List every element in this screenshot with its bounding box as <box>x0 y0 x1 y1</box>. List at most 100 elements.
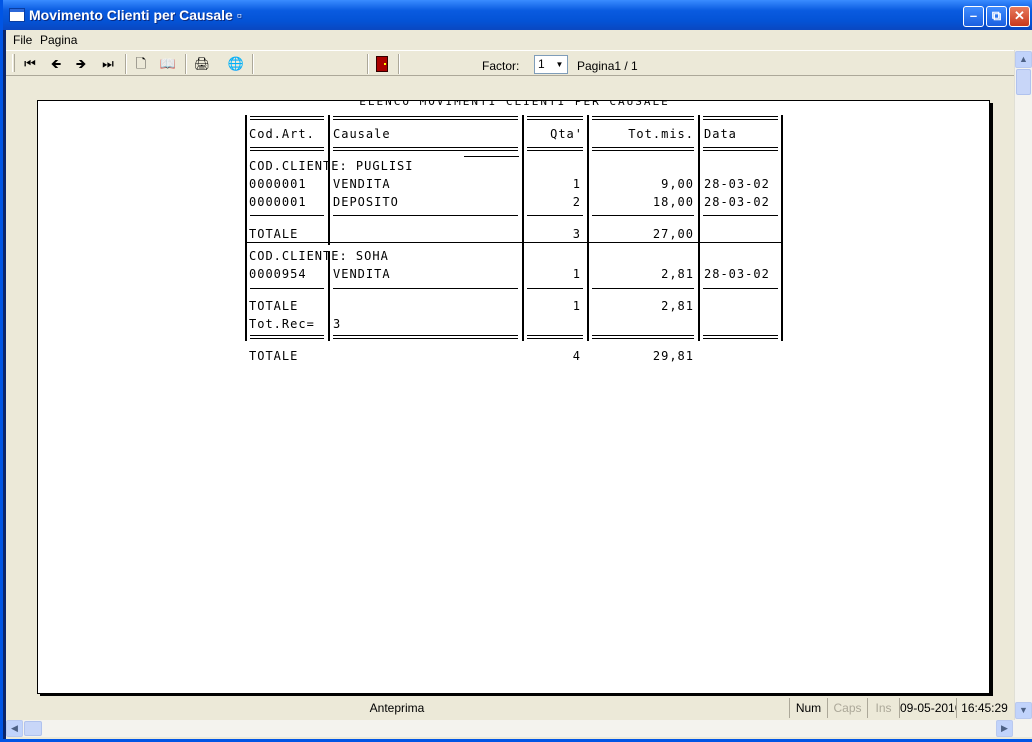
status-mode: Anteprima <box>369 701 425 715</box>
header-qta: Qta' <box>550 127 583 141</box>
last-page-icon[interactable]: ⏭ <box>97 54 119 74</box>
chevron-down-icon[interactable]: ▼ <box>552 56 567 73</box>
table-rule <box>527 116 583 120</box>
report-content: ELENCO MOVIMENTI CLIENTI PER CAUSALE Cod… <box>38 100 989 693</box>
row-qta: 2 <box>572 195 581 209</box>
header-tot-mis: Tot.mis. <box>628 127 694 141</box>
preview-toolbar: ⏮ 🡸 🡺 ⏭ 🗋 📖 🖨 🌐 Factor: 1 ▼ Pagina1 / 1 <box>6 50 1014 76</box>
row-causale: DEPOSITO <box>333 195 399 209</box>
factor-select[interactable]: 1 ▼ <box>534 55 568 74</box>
page-indicator: Pagina1 / 1 <box>577 59 638 73</box>
title-bar[interactable]: Movimento Clienti per Causale ▫ – ⧉ ✕ <box>3 0 1032 30</box>
table-rule <box>592 335 694 339</box>
table-rule <box>250 288 324 289</box>
tot-rec-label: Tot.Rec= <box>249 317 315 331</box>
table-rule <box>250 215 324 216</box>
table-rule <box>703 288 778 289</box>
horizontal-scrollbar[interactable]: ◀ ▶ <box>6 720 1032 737</box>
group-header: COD.CLIENTE: SOHA <box>249 249 389 263</box>
table-border <box>328 115 330 245</box>
table-border <box>522 115 524 341</box>
group-total-qta: 1 <box>572 299 581 313</box>
status-bar: Anteprima Num Caps Ins 09-05-2016 16:45:… <box>6 696 1014 720</box>
group-total-qta: 3 <box>572 227 581 241</box>
table-rule <box>250 335 324 339</box>
report-page: ELENCO MOVIMENTI CLIENTI PER CAUSALE Cod… <box>37 100 990 694</box>
app-window: Movimento Clienti per Causale ▫ – ⧉ ✕ Fi… <box>0 0 1032 742</box>
group-total-label: TOTALE <box>249 227 299 241</box>
table-border <box>245 115 247 341</box>
row-qta: 1 <box>572 177 581 191</box>
grand-total-qta: 4 <box>572 349 581 363</box>
status-date: 09-05-2016 <box>899 698 956 718</box>
table-rule <box>703 147 778 151</box>
exit-door-icon[interactable] <box>376 56 388 72</box>
factor-value: 1 <box>538 57 545 71</box>
table-rule <box>333 335 518 339</box>
table-rule <box>464 156 519 157</box>
toolbar-separator <box>252 54 254 74</box>
single-page-icon[interactable]: 🗋 <box>130 54 152 74</box>
table-rule <box>592 215 694 216</box>
first-page-icon[interactable]: ⏮ <box>19 54 41 74</box>
two-pages-icon[interactable]: 📖 <box>157 54 179 74</box>
table-rule <box>527 288 583 289</box>
restore-button[interactable]: ⧉ <box>986 6 1007 27</box>
vertical-scrollbar[interactable]: ▲ ▼ <box>1014 50 1032 720</box>
table-rule <box>527 147 583 151</box>
scroll-left-icon[interactable]: ◀ <box>6 720 23 737</box>
export-icon[interactable]: 🌐 <box>225 54 247 74</box>
table-rule <box>333 116 518 120</box>
close-button[interactable]: ✕ <box>1009 6 1030 27</box>
header-cod-art: Cod.Art. <box>249 127 315 141</box>
table-border <box>328 251 330 341</box>
table-rule <box>250 116 324 120</box>
table-rule <box>703 335 778 339</box>
status-caps: Caps <box>827 698 867 718</box>
table-rule <box>592 147 694 151</box>
row-cod: 0000001 <box>249 195 307 209</box>
menu-pagina[interactable]: Pagina <box>40 33 77 47</box>
row-tot: 2,81 <box>661 267 694 281</box>
row-tot: 9,00 <box>661 177 694 191</box>
table-rule <box>592 288 694 289</box>
factor-label: Factor: <box>482 59 520 73</box>
prev-page-icon[interactable]: 🡸 <box>45 54 67 74</box>
row-cod: 0000001 <box>249 177 307 191</box>
grand-total-tot: 29,81 <box>652 349 694 363</box>
status-ins: Ins <box>867 698 899 718</box>
scroll-down-icon[interactable]: ▼ <box>1015 702 1032 719</box>
toolbar-separator <box>398 54 400 74</box>
preview-area: ELENCO MOVIMENTI CLIENTI PER CAUSALE Cod… <box>6 76 1014 696</box>
table-border <box>587 115 589 341</box>
table-rule <box>703 116 778 120</box>
scroll-right-icon[interactable]: ▶ <box>996 720 1013 737</box>
horizontal-scroll-thumb[interactable] <box>24 721 42 736</box>
group-total-tot: 27,00 <box>652 227 694 241</box>
table-rule <box>703 215 778 216</box>
vertical-scroll-thumb[interactable] <box>1016 69 1031 95</box>
row-cod: 0000954 <box>249 267 307 281</box>
row-causale: VENDITA <box>333 267 391 281</box>
row-data: 28-03-02 <box>704 195 770 209</box>
table-rule <box>333 215 518 216</box>
toolbar-grip[interactable] <box>12 54 15 72</box>
report-title: ELENCO MOVIMENTI CLIENTI PER CAUSALE <box>359 100 670 108</box>
table-rule <box>333 288 518 289</box>
table-border <box>698 115 700 341</box>
menu-file[interactable]: File <box>13 33 32 47</box>
group-header: COD.CLIENTE: PUGLISI <box>249 159 414 173</box>
minimize-button[interactable]: – <box>963 6 984 27</box>
table-rule <box>245 242 783 243</box>
grand-total-label: TOTALE <box>249 349 299 363</box>
table-rule <box>333 147 518 151</box>
table-rule <box>527 335 583 339</box>
menu-bar: File Pagina <box>6 30 1032 50</box>
print-icon[interactable]: 🖨 <box>191 54 213 74</box>
table-rule <box>527 215 583 216</box>
app-window-icon[interactable] <box>9 8 25 22</box>
next-page-icon[interactable]: 🡺 <box>70 54 92 74</box>
scroll-up-icon[interactable]: ▲ <box>1015 51 1032 68</box>
row-data: 28-03-02 <box>704 177 770 191</box>
table-border <box>781 115 783 341</box>
